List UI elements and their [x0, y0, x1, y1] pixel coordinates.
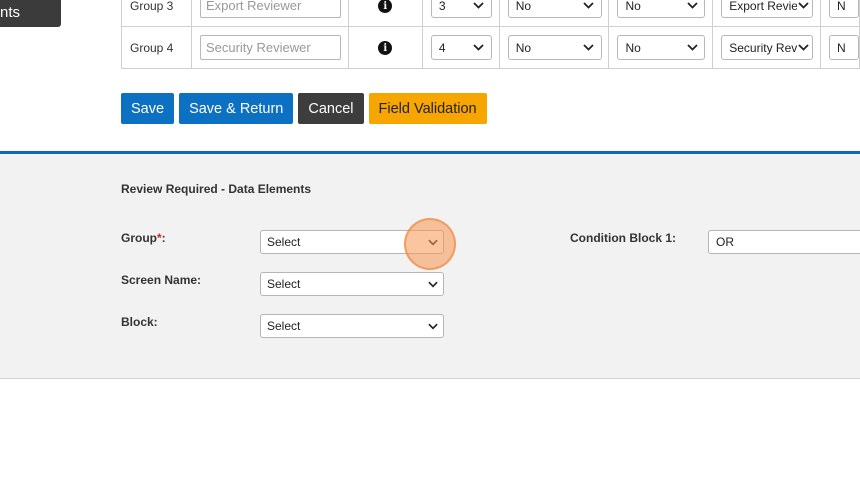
save-and-return-button[interactable]: Save & Return: [179, 93, 294, 124]
table-row: Group 4 Security Reviewer i 4 No No Secu…: [121, 26, 860, 69]
screen-name-select-value: Select: [267, 277, 301, 291]
chevron-down-icon: [686, 0, 698, 12]
section-title: Review Required - Data Elements: [121, 182, 312, 196]
flag2-select[interactable]: No: [617, 35, 706, 60]
save-button[interactable]: Save: [121, 93, 175, 124]
screen-name-label: Screen Name:: [121, 273, 202, 287]
reviewer-select[interactable]: Security Reviewer: [721, 35, 814, 60]
chevron-down-icon: [797, 0, 809, 12]
info-icon[interactable]: i: [378, 0, 393, 14]
group-label-text: Group: [121, 231, 157, 245]
chevron-down-icon: [583, 42, 595, 54]
flag2-select-value: No: [625, 40, 641, 55]
reviewer-name-input[interactable]: Export Reviewer: [199, 0, 341, 18]
extra-select-value: N: [836, 40, 846, 55]
chevron-down-icon: [797, 42, 809, 54]
field-validation-button[interactable]: Field Validation: [368, 93, 487, 124]
extra-select[interactable]: N: [828, 0, 859, 18]
chevron-down-icon: [428, 277, 438, 291]
order-select[interactable]: 4: [430, 35, 492, 60]
flag1-select[interactable]: No: [507, 0, 602, 18]
group-name-cell: Group 4: [121, 26, 192, 69]
group-label: Group*:: [121, 231, 166, 245]
reviewer-select-value: Security Reviewer: [729, 40, 798, 55]
reviewer-groups-table: Group 3 Export Reviewer i 3 No No Export…: [121, 0, 860, 69]
chevron-down-icon: [473, 0, 485, 12]
condition-block-input[interactable]: OR: [708, 230, 860, 254]
screen-name-select[interactable]: Select: [260, 272, 444, 296]
info-icon[interactable]: i: [378, 41, 393, 56]
extra-select[interactable]: N: [828, 35, 859, 60]
flag1-select[interactable]: No: [507, 35, 602, 60]
side-nav-tab-label: nts: [0, 4, 21, 21]
table-row: Group 3 Export Reviewer i 3 No No Export…: [121, 0, 860, 27]
chevron-down-icon: [473, 42, 485, 54]
condition-block-label: Condition Block 1:: [570, 231, 676, 245]
side-nav-tab[interactable]: nts: [0, 0, 61, 27]
block-label: Block:: [121, 315, 158, 329]
group-name-cell: Group 3: [121, 0, 192, 27]
chevron-down-icon: [428, 319, 438, 333]
chevron-down-icon: [583, 0, 595, 12]
order-select-value: 4: [438, 40, 446, 55]
review-required-panel: Review Required - Data Elements Group*: …: [0, 151, 860, 379]
reviewer-select[interactable]: Export Reviewer: [721, 0, 814, 18]
flag1-select-value: No: [515, 0, 532, 13]
form-actions: Save Save & Return Cancel Field Validati…: [121, 93, 487, 124]
order-select[interactable]: 3: [430, 0, 492, 18]
chevron-down-icon: [686, 42, 698, 54]
reviewer-name-input[interactable]: Security Reviewer: [199, 35, 341, 60]
flag2-select-value: No: [625, 0, 641, 13]
block-select[interactable]: Select: [260, 314, 444, 338]
group-label-colon: :: [161, 231, 166, 245]
flag2-select[interactable]: No: [617, 0, 706, 18]
flag1-select-value: No: [515, 40, 532, 55]
cancel-button[interactable]: Cancel: [298, 93, 364, 124]
page: nts Group 3 Export Reviewer i 3 No No Ex…: [0, 0, 860, 481]
chevron-down-icon: [428, 235, 438, 249]
extra-select-value: N: [836, 0, 846, 13]
reviewer-select-value: Export Reviewer: [729, 0, 797, 13]
group-select-value: Select: [267, 235, 301, 249]
order-select-value: 3: [438, 0, 446, 13]
group-select[interactable]: Select: [260, 230, 444, 254]
block-select-value: Select: [267, 319, 301, 333]
